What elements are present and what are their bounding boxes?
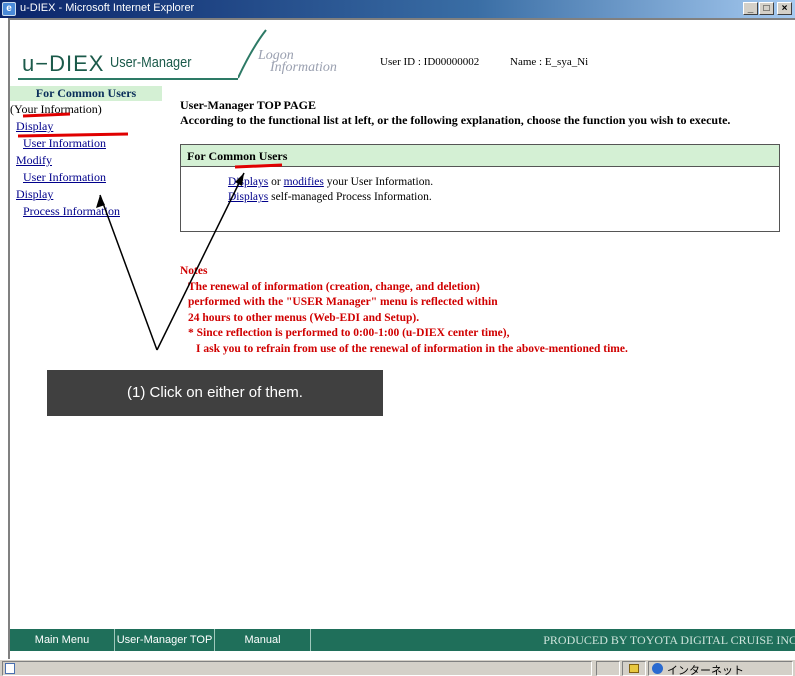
annotation-underline [234,163,283,169]
close-button[interactable]: × [777,2,792,15]
nav-manual[interactable]: Manual [215,629,311,651]
globe-icon [652,663,663,674]
ie-icon: e [2,2,16,16]
browser-content: u−DIEX User-Manager Logon Information Us… [8,18,795,659]
window-title-bar: e u-DIEX - Microsoft Internet Explorer _… [0,0,795,18]
maximize-button[interactable]: □ [759,2,774,15]
status-bar: インターネット [0,659,795,676]
status-cell-main [2,661,592,676]
status-cell-zone: インターネット [648,661,793,676]
bottom-nav: Main Menu User-Manager TOP Manual PRODUC… [10,629,795,651]
nav-user-manager-top[interactable]: User-Manager TOP [115,629,215,651]
instruction-callout: (1) Click on either of them. [47,370,383,416]
page-icon [5,663,15,674]
status-cell-lock [622,661,646,676]
credit-text: PRODUCED BY TOYOTA DIGITAL CRUISE INC [543,633,795,647]
status-cell-empty [596,661,620,676]
arrowhead [235,173,244,186]
lock-icon [629,664,639,673]
security-zone: インターネット [667,664,744,676]
window-title: u-DIEX - Microsoft Internet Explorer [20,2,195,14]
annotation-underline [17,132,129,138]
annotation-underline [22,112,71,118]
arrow-to-sidebar [99,194,158,351]
annotation-overlay [17,112,283,351]
minimize-button[interactable]: _ [743,2,758,15]
arrow-to-link [156,172,245,351]
nav-main-menu[interactable]: Main Menu [10,629,115,651]
